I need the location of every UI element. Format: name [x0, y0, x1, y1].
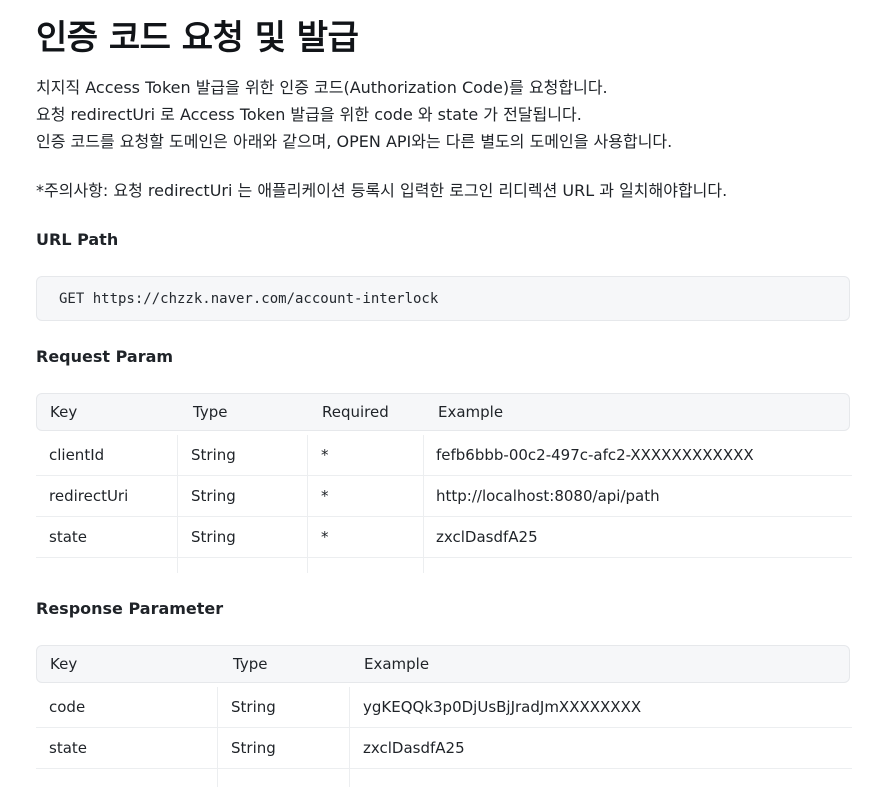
response-param-heading: Response Parameter — [36, 599, 224, 618]
table-row: state String * zxclDasdfA25 — [36, 517, 852, 558]
table-body: code String ygKEQQk3p0DjUsBjJradJmXXXXXX… — [36, 683, 852, 787]
cell-type: String — [191, 446, 236, 464]
intro-line: 인증 코드를 요청할 도메인은 아래와 같으며, OPEN API와는 다른 별… — [36, 132, 673, 151]
cell-key: redirectUri — [49, 487, 129, 505]
notice-text: *주의사항: 요청 redirectUri 는 애플리케이션 등록시 입력한 로… — [36, 181, 728, 200]
cell-type: String — [191, 487, 236, 505]
column-header-example: Example — [364, 655, 430, 673]
table-row: clientId String * fefb6bbb-00c2-497c-afc… — [36, 435, 852, 476]
intro-line: 치지직 Access Token 발급을 위한 인증 코드(Authorizat… — [36, 78, 608, 97]
request-param-table: Key Type Required Example clientId Strin… — [36, 393, 852, 576]
column-header-required: Required — [322, 403, 389, 421]
empty-table-row — [36, 558, 852, 576]
url-path-heading: URL Path — [36, 230, 119, 249]
cell-type: String — [231, 698, 276, 716]
response-param-table: Key Type Example code String ygKEQQk3p0D… — [36, 645, 852, 787]
table-body: clientId String * fefb6bbb-00c2-497c-afc… — [36, 431, 852, 576]
page-title: 인증 코드 요청 및 발급 — [36, 18, 359, 58]
cell-example: zxclDasdfA25 — [363, 739, 465, 757]
column-header-key: Key — [50, 655, 78, 673]
cell-type: String — [191, 528, 236, 546]
request-param-heading: Request Param — [36, 347, 174, 366]
cell-example: ygKEQQk3p0DjUsBjJradJmXXXXXXXX — [363, 698, 642, 716]
table-row: code String ygKEQQk3p0DjUsBjJradJmXXXXXX… — [36, 687, 852, 728]
cell-key: code — [49, 698, 86, 716]
column-header-key: Key — [50, 403, 78, 421]
cell-example: zxclDasdfA25 — [436, 528, 538, 546]
cell-required: * — [321, 446, 329, 464]
intro-line: 요청 redirectUri 로 Access Token 발급을 위한 cod… — [36, 105, 582, 124]
column-header-type: Type — [233, 655, 268, 673]
empty-table-row — [36, 769, 852, 787]
cell-example: http://localhost:8080/api/path — [436, 487, 660, 505]
url-path-code-block: GET https://chzzk.naver.com/account-inte… — [36, 276, 850, 321]
cell-example: fefb6bbb-00c2-497c-afc2-XXXXXXXXXXXX — [436, 446, 754, 464]
table-header: Key Type Required Example — [36, 393, 850, 431]
cell-required: * — [321, 487, 329, 505]
cell-key: state — [49, 739, 87, 757]
column-header-example: Example — [438, 403, 504, 421]
cell-key: clientId — [49, 446, 105, 464]
table-row: redirectUri String * http://localhost:80… — [36, 476, 852, 517]
intro-text: 치지직 Access Token 발급을 위한 인증 코드(Authorizat… — [36, 74, 852, 155]
cell-type: String — [231, 739, 276, 757]
cell-required: * — [321, 528, 329, 546]
cell-key: state — [49, 528, 87, 546]
column-header-type: Type — [193, 403, 228, 421]
table-header: Key Type Example — [36, 645, 850, 683]
table-row: state String zxclDasdfA25 — [36, 728, 852, 769]
